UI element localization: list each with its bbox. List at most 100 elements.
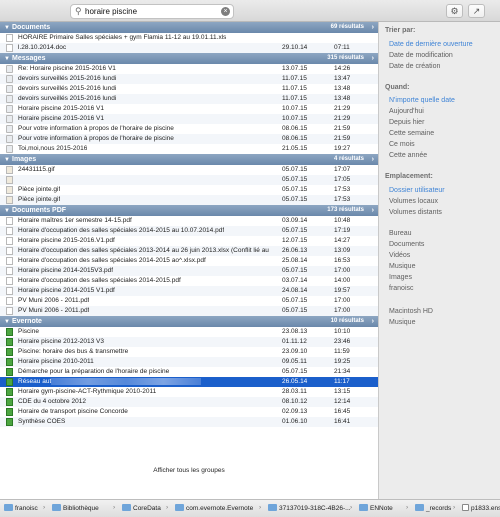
result-row[interactable]: Piscine: horaire des bus & transmettre 23…: [0, 347, 378, 357]
place-option[interactable]: Images: [389, 274, 412, 281]
show-all-groups-link[interactable]: Afficher tous les groupes: [0, 467, 378, 477]
result-row[interactable]: Pour votre information à propos de l'hor…: [0, 134, 378, 144]
result-row[interactable]: Démarche pour la préparation de l'horair…: [0, 367, 378, 377]
result-row[interactable]: Horaire piscine 2015-2016 V1 10.07.15 21:2…: [0, 114, 378, 124]
result-row[interactable]: 05.07.15 17:05: [0, 175, 378, 185]
result-date: 05.07.15: [282, 368, 308, 375]
section-header[interactable]: ▼ Messages 315 résultats ›: [0, 53, 378, 64]
result-row[interactable]: Réseau aut 26.05.14 11:17: [0, 377, 378, 387]
place-option[interactable]: Vidéos: [389, 252, 410, 259]
result-row[interactable]: devoirs surveillés 2015-2016 lundi 11.07.…: [0, 84, 378, 94]
section-header[interactable]: ▼ Evernote 10 résultats ›: [0, 316, 378, 327]
result-row[interactable]: Synthèse COES 01.06.10 16:41: [0, 417, 378, 427]
section-title: Images: [12, 156, 37, 163]
sort-option[interactable]: Date de création: [389, 63, 440, 70]
path-crumb[interactable]: com.evernote.Evernote: [175, 504, 253, 512]
sort-option[interactable]: Date de modification: [389, 52, 453, 59]
result-row[interactable]: CDE du 4 octobre 2012 08.10.12 12:14: [0, 397, 378, 407]
msg-file-icon: [6, 105, 13, 113]
result-row[interactable]: Horaire piscine 2014-2015 V1.pdf 24.08.14…: [0, 286, 378, 296]
result-date: 11.07.15: [282, 95, 307, 102]
path-crumb[interactable]: Bibliothèque: [52, 504, 99, 512]
result-row[interactable]: Horaire piscine 2014-2015V3.pdf 05.07.15 1…: [0, 266, 378, 276]
when-option[interactable]: Aujourd'hui: [389, 108, 424, 115]
result-row[interactable]: Toi,moi,nous 2015-2016 21.05.15 19:27: [0, 144, 378, 154]
location-option[interactable]: Volumes locaux: [389, 198, 438, 205]
path-crumb[interactable]: franoisc: [4, 504, 38, 512]
result-date: 05.07.15: [282, 196, 308, 203]
result-row[interactable]: Horaire piscine 2012-2013 V3 01.11.12 23:4…: [0, 337, 378, 347]
result-row[interactable]: Horaire piscine 2015-2016 V1 10.07.15 21:2…: [0, 104, 378, 114]
share-icon[interactable]: ↗: [468, 4, 485, 18]
chevron-right-icon[interactable]: ›: [372, 53, 374, 64]
clear-search-icon[interactable]: ×: [221, 7, 230, 16]
path-crumb[interactable]: p1833.enspot: [462, 504, 500, 512]
result-row[interactable]: devoirs surveillés 2015-2016 lundi 11.07.…: [0, 74, 378, 84]
result-row[interactable]: Piscine 23.08.13 10:10: [0, 327, 378, 337]
search-input[interactable]: horaire piscine: [85, 7, 137, 16]
result-row[interactable]: PV Muni 2006 - 2011.pdf 05.07.15 17:00: [0, 306, 378, 316]
result-row[interactable]: Horaire piscine 2010-2011 09.05.11 19:25: [0, 357, 378, 367]
gear-icon[interactable]: ⚙: [446, 4, 463, 18]
path-crumb-label: com.evernote.Evernote: [186, 505, 254, 512]
result-time: 11:59: [334, 348, 350, 355]
when-option[interactable]: N'importe quelle date: [389, 97, 455, 104]
location-option[interactable]: Volumes distants: [389, 209, 442, 216]
result-row[interactable]: Horaire gym-piscine-ACT-Rythmique 2010-2…: [0, 387, 378, 397]
result-name: Pour votre information à propos de l'hor…: [18, 135, 174, 142]
section-header[interactable]: ▼ Images 4 résultats ›: [0, 154, 378, 165]
result-row[interactable]: Horaire maîtres 1er semestre 14-15.pdf 03…: [0, 216, 378, 226]
result-row[interactable]: Horaire d'occupation des salles spéciale…: [0, 276, 378, 286]
place-option[interactable]: Bureau: [389, 230, 412, 237]
chevron-right-icon[interactable]: ›: [372, 22, 374, 33]
msg-file-icon: [6, 145, 13, 153]
chevron-right-icon[interactable]: ›: [372, 205, 374, 216]
path-crumb[interactable]: _records: [415, 504, 451, 512]
result-row[interactable]: Pour votre information à propos de l'hor…: [0, 124, 378, 134]
volume-option[interactable]: Macintosh HD: [389, 308, 433, 315]
path-crumb[interactable]: CoreData: [122, 504, 161, 512]
result-row[interactable]: Re: Horaire piscine 2015-2016 V1 13.07.15…: [0, 64, 378, 74]
result-row[interactable]: HORAIRE Primaire Salles spéciales + gym …: [0, 33, 378, 43]
result-row[interactable]: l.28.10.2014.doc 29.10.14 07:11: [0, 43, 378, 53]
result-row[interactable]: Horaire d'occupation des salles spéciale…: [0, 256, 378, 266]
location-heading: Emplacement:: [385, 173, 433, 180]
volume-option[interactable]: Musique: [389, 319, 415, 326]
chevron-right-icon[interactable]: ›: [372, 154, 374, 165]
result-row[interactable]: Horaire d'occupation des salles spéciale…: [0, 246, 378, 256]
result-date: 10.07.15: [282, 105, 308, 112]
when-option[interactable]: Cette semaine: [389, 130, 434, 137]
path-crumb-label: 37137019-318C-4B26-...: [279, 505, 351, 512]
spotlight-window: ⚲ horaire piscine × ⚙ ↗ ▼ Documents 69 rés…: [0, 0, 500, 517]
result-name: CDE du 4 octobre 2012: [18, 398, 86, 405]
search-field[interactable]: ⚲ horaire piscine ×: [70, 4, 234, 19]
chevron-right-icon[interactable]: ›: [372, 316, 374, 327]
folder-icon: [52, 504, 61, 511]
result-row[interactable]: 24431115.gif 05.07.15 17:07: [0, 165, 378, 175]
ev-file-icon: [6, 338, 13, 346]
result-date: 13.07.15: [282, 65, 308, 72]
when-option[interactable]: Depuis hier: [389, 119, 424, 126]
result-row[interactable]: devoirs surveillés 2015-2016 lundi 11.07.…: [0, 94, 378, 104]
result-time: 16:45: [334, 408, 351, 415]
result-row[interactable]: Pièce jointe.gif 05.07.15 17:53: [0, 185, 378, 195]
result-row[interactable]: Pièce jointe.gif 05.07.15 17:53: [0, 195, 378, 205]
section-header[interactable]: ▼ Documents 69 résultats ›: [0, 22, 378, 33]
result-name: Re: Horaire piscine 2015-2016 V1: [18, 65, 116, 72]
place-option[interactable]: Documents: [389, 241, 424, 248]
result-row[interactable]: Horaire d'occupation des salles spéciale…: [0, 226, 378, 236]
result-row[interactable]: Horaire de transport piscine Concorde 02.…: [0, 407, 378, 417]
path-crumb[interactable]: 37137019-318C-4B26-...: [268, 504, 351, 512]
section-title: Documents: [12, 24, 51, 31]
result-row[interactable]: Horaire piscine 2015-2016.V1.pdf 12.07.15…: [0, 236, 378, 246]
place-option[interactable]: Musique: [389, 263, 415, 270]
place-option[interactable]: franoisc: [389, 285, 414, 292]
sort-option[interactable]: Date de dernière ouverture: [389, 41, 473, 48]
result-date: 21.05.15: [282, 145, 308, 152]
when-option[interactable]: Ce mois: [389, 141, 415, 148]
path-crumb[interactable]: ENNote: [359, 504, 393, 512]
location-option[interactable]: Dossier utilisateur: [389, 187, 445, 194]
section-header[interactable]: ▼ Documents PDF 173 résultats ›: [0, 205, 378, 216]
when-option[interactable]: Cette année: [389, 152, 427, 159]
result-row[interactable]: PV Muni 2006 - 2011.pdf 05.07.15 17:00: [0, 296, 378, 306]
